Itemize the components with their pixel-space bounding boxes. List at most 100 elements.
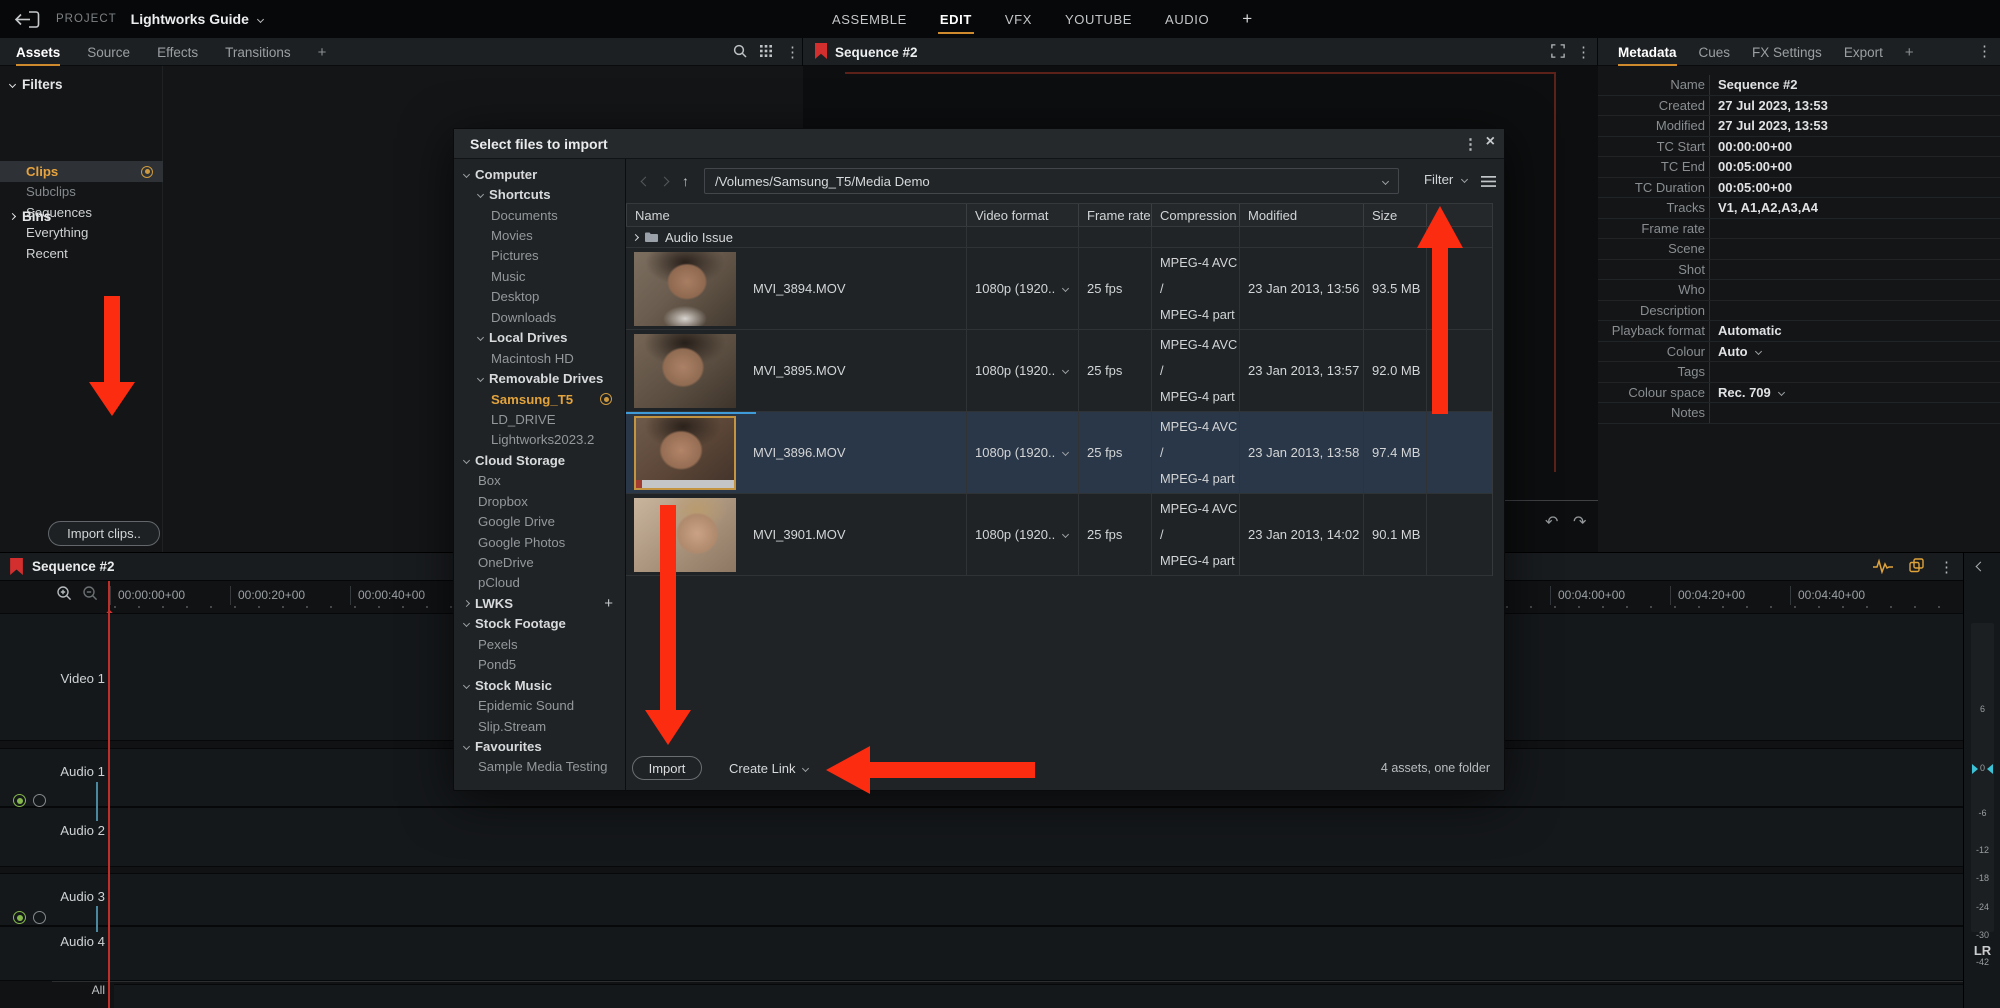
tab-vfx[interactable]: VFX [1005,0,1032,38]
folder-name-cell[interactable]: Audio Issue [626,227,966,247]
dialog-menu-icon[interactable]: ⋮ [1463,137,1478,152]
audio-12-monitor-radio[interactable] [13,794,26,807]
close-icon[interactable]: × [1486,133,1495,151]
audio-waveform-icon[interactable] [1872,558,1894,577]
column-header-compression[interactable]: Compression [1151,204,1239,226]
tab-youtube[interactable]: YOUTUBE [1065,0,1132,38]
column-header-name[interactable]: Name [626,204,966,226]
metadata-value[interactable]: Rec. 709 [1710,385,1784,400]
nav-up-icon[interactable]: ↑ [682,173,689,189]
tree-item-ld-drive[interactable]: LD_DRIVE [454,409,625,429]
filters-header[interactable]: Filters [0,74,63,94]
tree-item-movies[interactable]: Movies [454,225,625,245]
tree-item-favourites[interactable]: Favourites [454,736,625,756]
add-location-icon[interactable]: + [604,595,613,612]
tree-item-google-photos[interactable]: Google Photos [454,532,625,552]
tree-item-shortcuts[interactable]: Shortcuts [454,184,625,204]
audio-34-solo-radio[interactable] [33,911,46,924]
tree-item-slip-stream[interactable]: Slip.Stream [454,716,625,736]
audio-3-lane[interactable] [0,873,1963,926]
list-view-icon[interactable] [1481,175,1496,190]
track-label-all[interactable]: All [0,983,105,997]
metadata-value[interactable]: Automatic [1710,323,1782,338]
tab-cues[interactable]: Cues [1699,38,1731,66]
tree-item-pcloud[interactable]: pCloud [454,573,625,593]
file-table-header[interactable]: NameVideo formatFrame rateCompressionMod… [626,203,1492,227]
thumbnail-scrub-bar[interactable] [636,480,734,488]
track-label-audio-1[interactable]: Audio 1 [0,764,105,779]
file-row-mvi-3896-mov[interactable]: MVI_3896.MOV1080p (1920..25 fpsH.264 / A… [626,412,1492,494]
metadata-value[interactable]: Sequence #2 [1710,77,1798,92]
column-header-video-format[interactable]: Video format [966,204,1078,226]
column-header-frame-rate[interactable]: Frame rate [1078,204,1151,226]
folder-row[interactable]: Audio Issue [626,227,1492,248]
tree-item-documents[interactable]: Documents [454,205,625,225]
back-to-projects-icon[interactable] [14,10,44,29]
tab-source[interactable]: Source [87,38,130,66]
audio-4-lane[interactable] [0,926,1963,981]
tree-item-epidemic-sound[interactable]: Epidemic Sound [454,695,625,715]
file-name-cell[interactable]: MVI_3895.MOV [626,330,966,411]
file-name-cell[interactable]: MVI_3894.MOV [626,248,966,329]
create-link-dropdown[interactable]: Create Link [729,761,808,776]
chevron-down-icon[interactable] [257,15,264,22]
clip-thumbnail[interactable] [634,416,736,490]
video-format-cell[interactable]: 1080p (1920.. [966,330,1078,411]
tree-item-lwks[interactable]: LWKS+ [454,593,625,613]
tab-transitions[interactable]: Transitions [225,38,291,66]
sidebar-item-clips[interactable]: Clips [0,161,163,182]
tree-item-downloads[interactable]: Downloads [454,307,625,327]
tab-metadata[interactable]: Metadata [1618,38,1677,66]
tree-item-cloud-storage[interactable]: Cloud Storage [454,450,625,470]
track-label-audio-2[interactable]: Audio 2 [0,823,105,838]
bins-header[interactable]: Bins [0,206,51,226]
metadata-value[interactable]: 27 Jul 2023, 13:53 [1710,118,1828,133]
metadata-value[interactable]: V1, A1,A2,A3,A4 [1710,200,1818,215]
meter-marker-left-icon[interactable] [1972,764,1978,774]
sequence-panel-tab[interactable]: Sequence #2 ⋮ [803,38,1598,66]
track-label-audio-4[interactable]: Audio 4 [0,934,105,949]
add-metadata-tab-button[interactable]: + [1905,38,1914,66]
filter-dropdown[interactable]: Filter [1424,172,1467,187]
zoom-in-icon[interactable] [56,585,73,605]
undo-icon[interactable]: ↶ [1545,512,1558,532]
clip-thumbnail[interactable] [634,252,736,326]
tree-item-music[interactable]: Music [454,266,625,286]
meter-marker-right-icon[interactable] [1987,764,1993,774]
collapse-panel-icon[interactable] [1976,562,1986,572]
tab-assets[interactable]: Assets [16,38,60,66]
tree-item-local-drives[interactable]: Local Drives [454,328,625,348]
tree-item-stock-footage[interactable]: Stock Footage [454,614,625,634]
sequence-menu-icon[interactable]: ⋮ [1576,45,1591,60]
tree-item-pond5[interactable]: Pond5 [454,655,625,675]
tree-item-box[interactable]: Box [454,471,625,491]
search-icon[interactable] [733,44,747,61]
metadata-value[interactable]: Auto [1710,344,1761,359]
sidebar-item-subclips[interactable]: Subclips [0,181,163,202]
chevron-down-icon[interactable] [1778,389,1785,396]
clip-thumbnail[interactable] [634,334,736,408]
chevron-down-icon[interactable] [1755,348,1762,355]
tree-item-macintosh-hd[interactable]: Macintosh HD [454,348,625,368]
audio-2-lane[interactable] [0,807,1963,867]
file-name-cell[interactable]: MVI_3901.MOV [626,494,966,575]
path-input[interactable]: /Volumes/Samsung_T5/Media Demo [704,168,1399,194]
metadata-menu-icon[interactable]: ⋮ [1977,44,1992,59]
tree-item-dropbox[interactable]: Dropbox [454,491,625,511]
chevron-down-icon[interactable] [1062,449,1069,456]
chevron-down-icon[interactable] [1382,177,1389,184]
tab-edit[interactable]: EDIT [940,0,972,38]
add-room-button[interactable]: + [1242,0,1253,38]
assets-menu-icon[interactable]: ⋮ [785,45,800,60]
clone-tracks-icon[interactable] [1909,558,1924,576]
all-tracks-lane[interactable] [114,984,1963,1008]
tree-item-onedrive[interactable]: OneDrive [454,552,625,572]
playhead-line[interactable] [108,581,110,1008]
chevron-down-icon[interactable] [1062,531,1069,538]
tab-audio[interactable]: AUDIO [1165,0,1209,38]
video-format-cell[interactable]: 1080p (1920.. [966,412,1078,493]
audio-12-solo-radio[interactable] [33,794,46,807]
redo-icon[interactable]: ↷ [1573,512,1586,532]
tree-item-sample-media-testing[interactable]: Sample Media Testing [454,757,625,777]
tile-view-icon[interactable] [760,45,772,60]
